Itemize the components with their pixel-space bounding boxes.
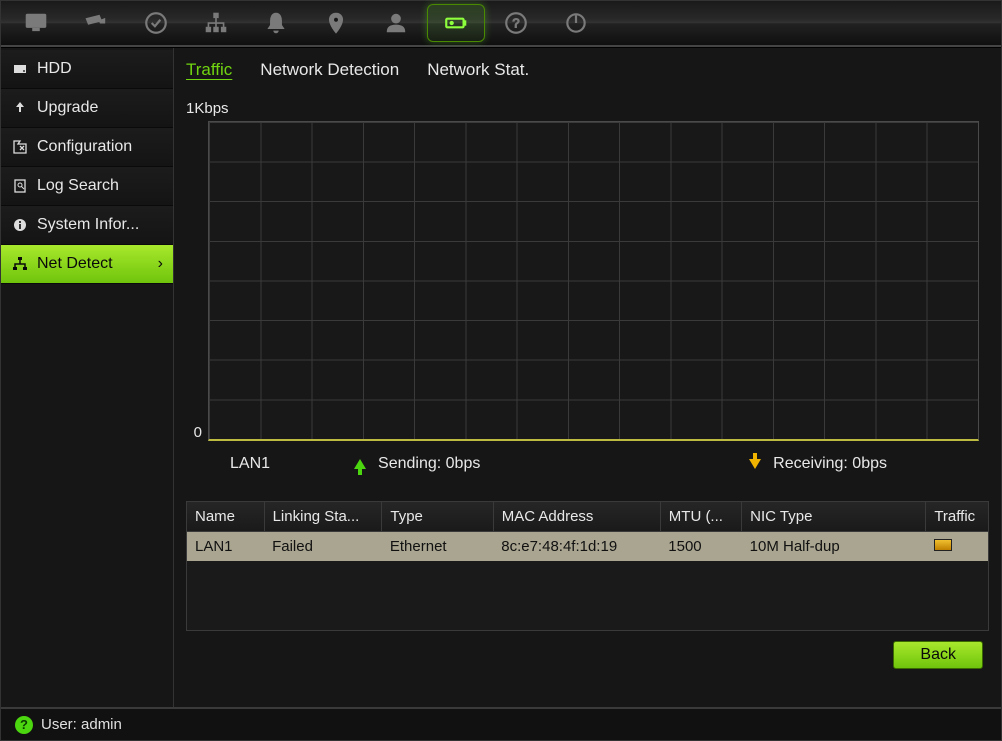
tab-traffic[interactable]: Traffic <box>186 60 232 80</box>
app-root: ? HDD Upgrade <box>0 0 1002 741</box>
toolbar-network-icon[interactable] <box>187 4 245 42</box>
tab-network-stat[interactable]: Network Stat. <box>427 60 529 80</box>
footer-buttons: Back <box>174 631 1001 677</box>
sidebar-item-system-info[interactable]: System Infor... <box>1 206 173 245</box>
sidebar-item-label: HDD <box>37 60 72 78</box>
chart-y-min-label: 0 <box>194 424 202 441</box>
content-panel: Traffic Network Detection Network Stat. … <box>174 48 1001 707</box>
back-button[interactable]: Back <box>893 641 983 669</box>
sidebar-item-label: Upgrade <box>37 99 98 117</box>
chart-interface-label: LAN1 <box>230 455 270 473</box>
sidebar-item-label: System Infor... <box>37 216 139 234</box>
cell-mtu: 1500 <box>660 532 741 562</box>
arrow-up-icon <box>354 459 366 469</box>
status-bar: ? User: admin <box>1 707 1001 740</box>
traffic-icon <box>934 539 952 551</box>
cell-type: Ethernet <box>382 532 493 562</box>
chart-y-max-label: 1Kbps <box>186 100 979 117</box>
chart-plot-area <box>208 121 979 441</box>
col-nic-type[interactable]: NIC Type <box>742 502 926 532</box>
col-linking[interactable]: Linking Sta... <box>264 502 382 532</box>
chart-legend: LAN1 Sending: 0bps Receiving: 0bps <box>180 441 979 483</box>
upload-icon <box>11 99 29 117</box>
sidebar-item-upgrade[interactable]: Upgrade <box>1 89 173 128</box>
col-mac[interactable]: MAC Address <box>493 502 660 532</box>
col-traffic[interactable]: Traffic <box>926 502 988 532</box>
toolbar-location-icon[interactable] <box>307 4 365 42</box>
tab-network-detection[interactable]: Network Detection <box>260 60 399 80</box>
chart-sending-label: Sending: 0bps <box>378 455 480 473</box>
chevron-right-icon: › <box>158 255 163 273</box>
chart-y-axis: 0 <box>180 121 208 441</box>
cell-name: LAN1 <box>187 532 264 562</box>
arrow-down-icon <box>749 459 761 469</box>
cell-linking: Failed <box>264 532 382 562</box>
toolbar-check-icon[interactable] <box>127 4 185 42</box>
table-row[interactable]: LAN1 Failed Ethernet 8c:e7:48:4f:1d:19 1… <box>187 532 988 562</box>
sidebar-item-label: Log Search <box>37 177 119 195</box>
status-user-label: User: admin <box>41 716 122 733</box>
tab-bar: Traffic Network Detection Network Stat. <box>174 48 1001 88</box>
net-icon <box>11 255 29 273</box>
hdd-icon <box>11 60 29 78</box>
col-mtu[interactable]: MTU (... <box>660 502 741 532</box>
col-type[interactable]: Type <box>382 502 493 532</box>
svg-text:?: ? <box>512 15 519 30</box>
help-icon[interactable]: ? <box>15 716 33 734</box>
main-area: HDD Upgrade Configuration Log Search <box>1 47 1001 707</box>
top-toolbar: ? <box>1 1 1001 47</box>
toolbar-bell-icon[interactable] <box>247 4 305 42</box>
table-header-row: Name Linking Sta... Type MAC Address MTU… <box>187 502 988 532</box>
cell-nic: 10M Half-dup <box>742 532 926 562</box>
cell-traffic[interactable] <box>926 532 988 562</box>
chart-receiving-label: Receiving: 0bps <box>773 455 887 473</box>
sidebar-item-configuration[interactable]: Configuration <box>1 128 173 167</box>
sidebar: HDD Upgrade Configuration Log Search <box>1 48 174 707</box>
sidebar-item-net-detect[interactable]: Net Detect › <box>1 245 173 284</box>
col-name[interactable]: Name <box>187 502 264 532</box>
cell-mac: 8c:e7:48:4f:1d:19 <box>493 532 660 562</box>
config-icon <box>11 138 29 156</box>
log-icon <box>11 177 29 195</box>
toolbar-monitor-icon[interactable] <box>7 4 65 42</box>
toolbar-power-icon[interactable] <box>547 4 605 42</box>
nic-table: Name Linking Sta... Type MAC Address MTU… <box>186 501 989 631</box>
toolbar-help-icon[interactable]: ? <box>487 4 545 42</box>
info-icon <box>11 216 29 234</box>
sidebar-item-label: Net Detect <box>37 255 113 273</box>
sidebar-item-log-search[interactable]: Log Search <box>1 167 173 206</box>
traffic-chart: 1Kbps 0 LAN1 Sending: 0bps Receiving: 0b… <box>174 88 1001 493</box>
toolbar-maintenance-icon[interactable] <box>427 4 485 42</box>
toolbar-camera-icon[interactable] <box>67 4 125 42</box>
sidebar-item-label: Configuration <box>37 138 132 156</box>
toolbar-user-icon[interactable] <box>367 4 425 42</box>
sidebar-item-hdd[interactable]: HDD <box>1 50 173 89</box>
